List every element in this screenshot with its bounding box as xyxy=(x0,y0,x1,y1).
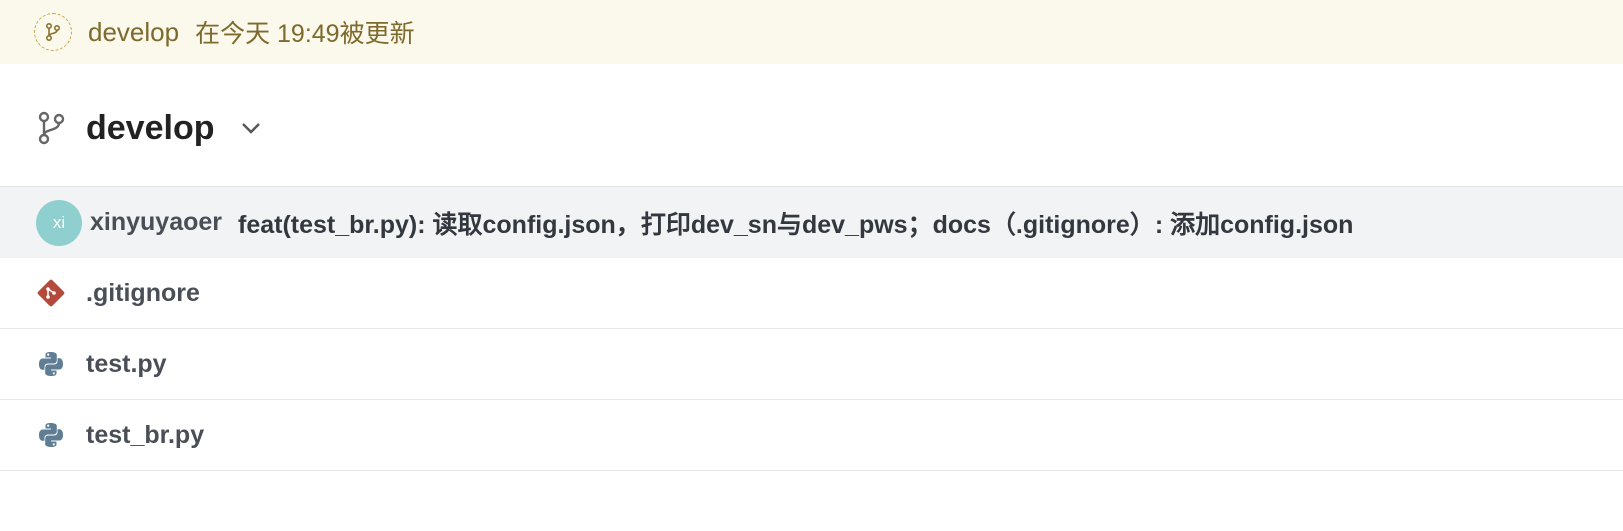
avatar[interactable]: xi xyxy=(36,199,82,246)
git-file-icon xyxy=(36,278,66,308)
git-branch-icon xyxy=(34,13,72,51)
file-list: .gitignore test.py test_br.py xyxy=(0,258,1623,471)
python-file-icon xyxy=(36,420,66,450)
banner-updated-text: 在今天 19:49被更新 xyxy=(195,20,415,48)
file-row-test-br-py[interactable]: test_br.py xyxy=(0,400,1623,471)
branch-header: develop xyxy=(0,88,1623,168)
chevron-down-icon[interactable] xyxy=(238,115,264,141)
file-name[interactable]: .gitignore xyxy=(86,279,200,308)
latest-commit-row: xi xinyuyaoer feat(test_br.py): 读取config… xyxy=(0,186,1623,258)
file-row-gitignore[interactable]: .gitignore xyxy=(0,258,1623,329)
branch-title: develop xyxy=(86,108,215,147)
file-name[interactable]: test.py xyxy=(86,350,167,379)
file-row-test-py[interactable]: test.py xyxy=(0,329,1623,400)
python-file-icon xyxy=(36,349,66,379)
update-banner: develop 在今天 19:49被更新 xyxy=(0,0,1623,64)
git-branch-icon xyxy=(36,111,66,145)
banner-branch-name[interactable]: develop xyxy=(88,17,179,48)
commit-message[interactable]: feat(test_br.py): 读取config.json，打印dev_sn… xyxy=(238,205,1353,241)
file-name[interactable]: test_br.py xyxy=(86,421,204,450)
commit-author[interactable]: xinyuyaoer xyxy=(90,208,222,237)
